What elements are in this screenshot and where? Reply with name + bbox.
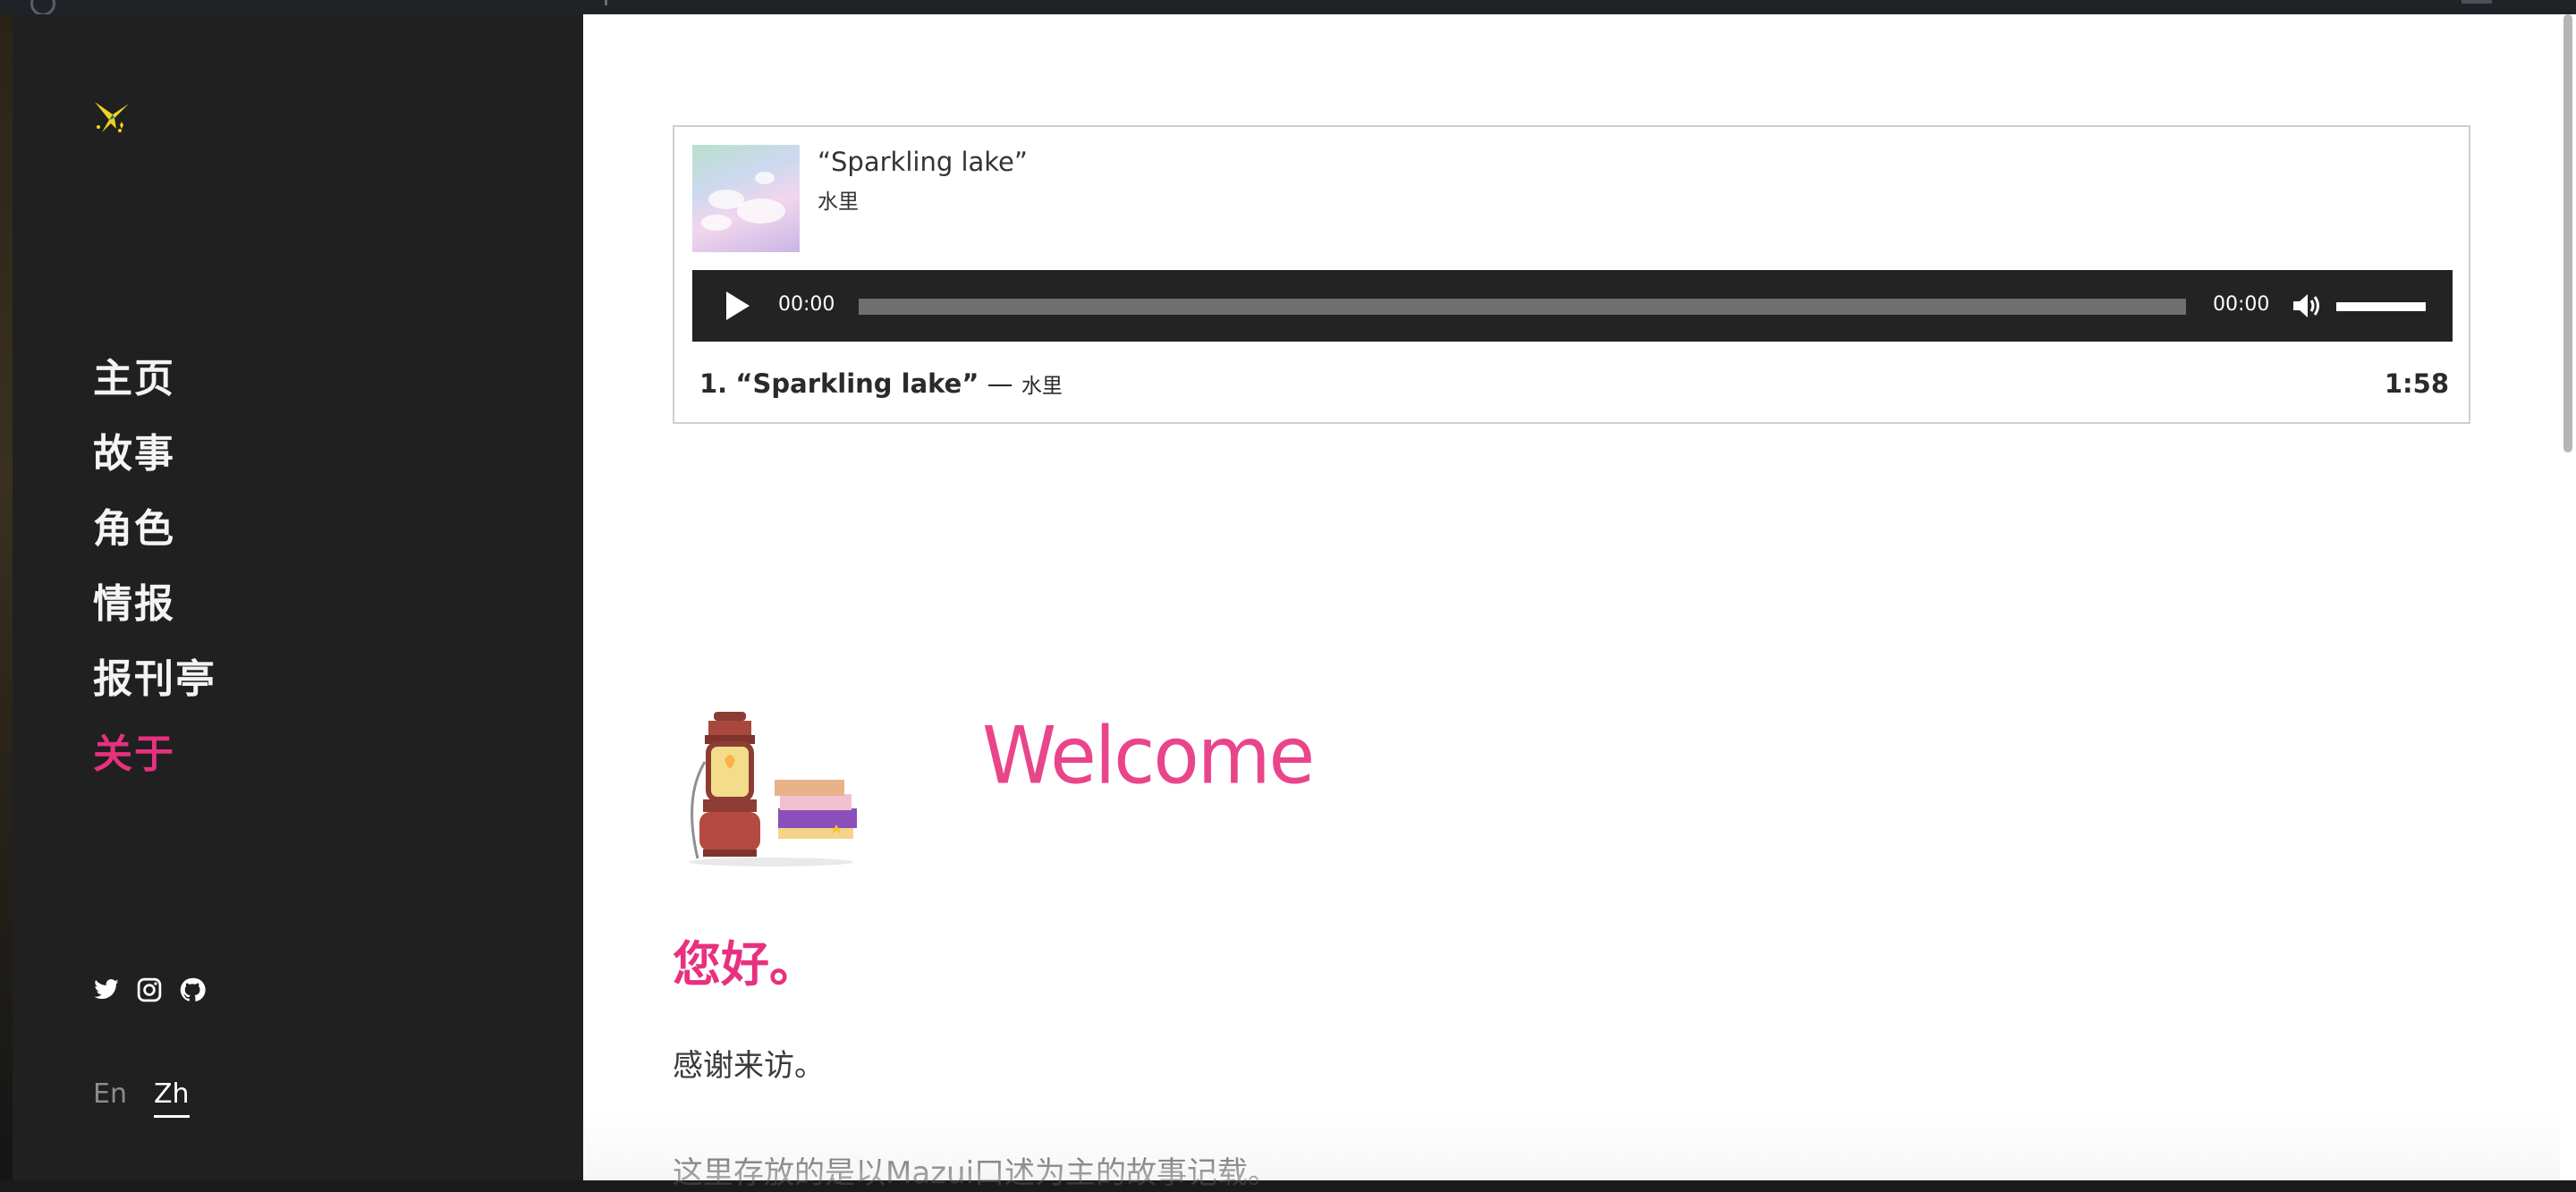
track-artist: 水里 bbox=[818, 190, 859, 214]
nav-item-characters[interactable]: 角色 bbox=[93, 503, 216, 578]
current-time: 00:00 bbox=[778, 293, 835, 316]
nav-item-about[interactable]: 关于 bbox=[93, 728, 216, 803]
duration-time: 00:00 bbox=[2213, 293, 2270, 316]
progress-rail[interactable] bbox=[859, 299, 2186, 315]
language-switcher: En Zh bbox=[93, 1078, 190, 1118]
intro-paragraph: 感谢来访。 bbox=[673, 1048, 825, 1084]
volume-slider[interactable] bbox=[2336, 302, 2426, 311]
instagram-icon[interactable] bbox=[136, 976, 163, 1003]
language-zh[interactable]: Zh bbox=[153, 1078, 190, 1118]
social-links bbox=[93, 976, 206, 1003]
album-cover bbox=[692, 145, 800, 252]
desktop-background-strip bbox=[0, 14, 13, 1180]
playlist-item-title: “Sparkling lake” bbox=[735, 368, 979, 399]
nav-item-newsstand[interactable]: 报刊亭 bbox=[93, 653, 216, 728]
volume-icon[interactable] bbox=[2290, 290, 2322, 322]
nav-item-intel[interactable]: 情报 bbox=[93, 578, 216, 653]
audio-playlist-player: “Sparkling lake” 水里 00:00 00:00 1. “Spar… bbox=[673, 125, 2470, 424]
playlist-item-artist: 水里 bbox=[1021, 375, 1063, 398]
description-paragraph: 这里存放的是以Mazui口述为主的故事记载。 bbox=[673, 1155, 1279, 1191]
site-logo-icon[interactable] bbox=[89, 93, 136, 139]
browser-menu-icon[interactable] bbox=[2462, 0, 2492, 4]
playlist-item-separator: — bbox=[987, 368, 1013, 399]
playlist-item-number: 1. bbox=[699, 368, 728, 399]
address-bar-divider bbox=[605, 0, 607, 5]
playlist-item[interactable]: 1. “Sparkling lake” — 水里 1:58 bbox=[699, 368, 2449, 401]
twitter-icon[interactable] bbox=[93, 976, 120, 1003]
browser-top-bar bbox=[0, 0, 2576, 16]
playlist-item-length: 1:58 bbox=[2384, 368, 2449, 399]
media-controls: 00:00 00:00 bbox=[692, 270, 2453, 342]
main-content: “Sparkling lake” 水里 00:00 00:00 1. “Spar… bbox=[583, 14, 2560, 1191]
nav-item-stories[interactable]: 故事 bbox=[93, 427, 216, 503]
language-en[interactable]: En bbox=[93, 1078, 127, 1118]
greeting-heading: 您好。 bbox=[673, 936, 818, 993]
track-title: “Sparkling lake” bbox=[818, 147, 1028, 177]
main-nav: 主页 故事 角色 情报 报刊亭 关于 bbox=[93, 352, 216, 803]
sidebar: 主页 故事 角色 情报 报刊亭 关于 En Zh bbox=[13, 14, 583, 1180]
scrollbar-thumb[interactable] bbox=[2563, 14, 2572, 452]
welcome-heading: Welcome bbox=[982, 709, 1315, 802]
lantern-illustration bbox=[689, 712, 857, 867]
github-icon[interactable] bbox=[179, 976, 206, 1003]
page-scrollbar[interactable] bbox=[2560, 14, 2576, 1180]
nav-item-home[interactable]: 主页 bbox=[93, 352, 216, 427]
play-icon[interactable] bbox=[726, 292, 750, 320]
